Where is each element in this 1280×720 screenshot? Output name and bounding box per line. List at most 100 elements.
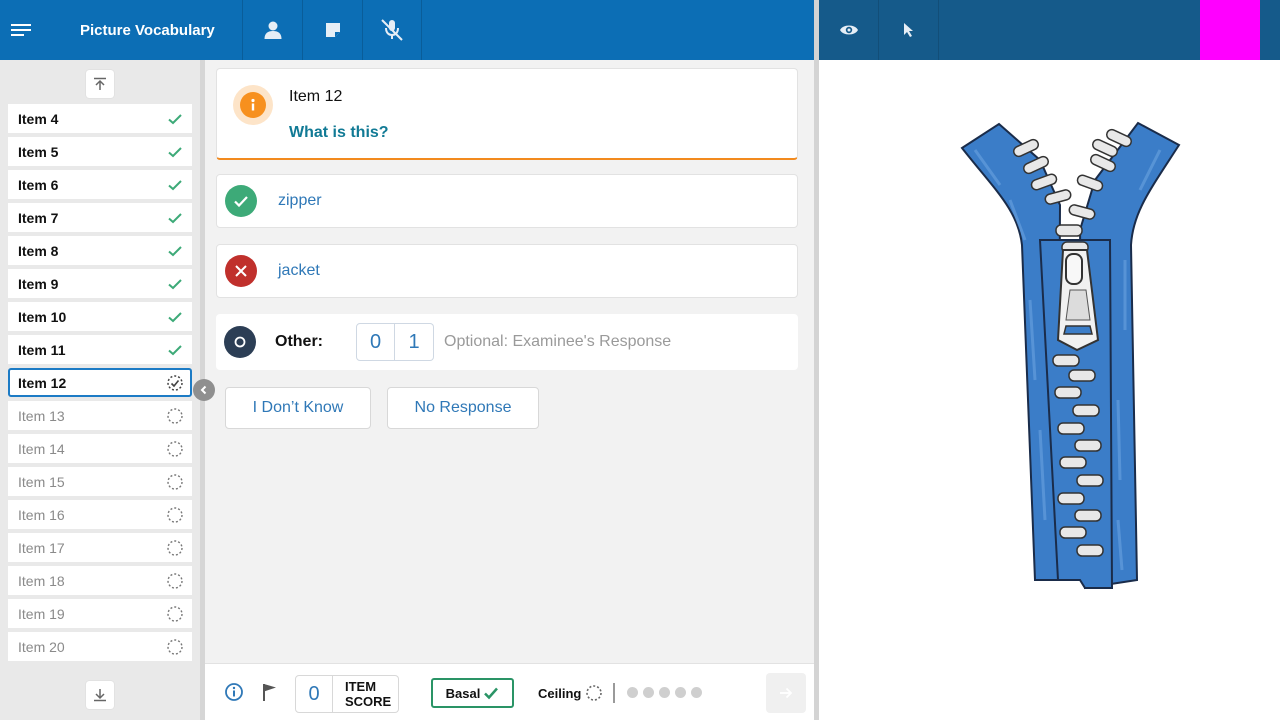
- sidebar-item[interactable]: Item 19: [8, 599, 192, 628]
- screen-marker: [1200, 0, 1260, 60]
- sidebar-item-label: Item 17: [18, 539, 65, 556]
- dont-know-button[interactable]: I Don’t Know: [225, 387, 371, 429]
- sidebar-item[interactable]: Item 13: [8, 401, 192, 430]
- ceiling-dot: [691, 687, 702, 698]
- next-item-button[interactable]: [766, 673, 806, 713]
- sidebar-item-label: Item 11: [18, 341, 66, 358]
- arrow-right-icon: [780, 687, 793, 699]
- menu-icon: [11, 24, 31, 36]
- pointer-button[interactable]: [879, 0, 939, 60]
- arrow-to-bottom-icon: [94, 689, 106, 702]
- no-response-button[interactable]: No Response: [387, 387, 539, 429]
- item-question: What is this?: [289, 124, 389, 141]
- ceiling-dot: [627, 687, 638, 698]
- footer-bar: 0 ITEM SCORE Basal Ceiling: [205, 663, 814, 720]
- item-score-value: 0: [295, 675, 333, 713]
- pointer-icon: [903, 23, 913, 37]
- scroll-to-top-button[interactable]: [86, 70, 114, 98]
- top-bar: Picture Vocabulary: [0, 0, 814, 60]
- sidebar-item[interactable]: Item 4: [8, 104, 192, 133]
- item-score-label-line2: SCORE: [345, 694, 392, 709]
- eye-icon: [839, 25, 858, 35]
- menu-button[interactable]: [0, 0, 44, 60]
- basal-label: Basal: [445, 685, 481, 701]
- sidebar-item-label: Item 18: [18, 572, 65, 589]
- sidebar-item-label: Item 14: [18, 440, 65, 457]
- sidebar-item-label: Item 4: [18, 110, 59, 127]
- scroll-to-bottom-button[interactable]: [86, 681, 114, 709]
- sidebar-item[interactable]: Item 5: [8, 137, 192, 166]
- score-0-button[interactable]: 0: [356, 323, 395, 361]
- score-1-button[interactable]: 1: [395, 323, 434, 361]
- sidebar-item[interactable]: Item 12: [8, 368, 192, 397]
- sidebar-item-label: Item 5: [18, 143, 59, 160]
- sidebar-item[interactable]: Item 10: [8, 302, 192, 331]
- app-title: Picture Vocabulary: [80, 21, 215, 39]
- sidebar-item[interactable]: Item 7: [8, 203, 192, 232]
- correct-answer-label: zipper: [278, 192, 322, 209]
- ceiling-status: Ceiling: [538, 684, 603, 702]
- pending-icon: [167, 605, 183, 622]
- notes-icon: [325, 23, 340, 37]
- sidebar-item[interactable]: Item 20: [8, 632, 192, 661]
- microphone-button[interactable]: [362, 0, 422, 60]
- sidebar-item[interactable]: Item 11: [8, 335, 192, 364]
- check-icon: [168, 113, 182, 124]
- ceiling-dot: [659, 687, 670, 698]
- flag-button[interactable]: [261, 682, 279, 707]
- ceiling-dot: [675, 687, 686, 698]
- info-button[interactable]: [224, 682, 244, 707]
- correct-marker: [225, 185, 257, 217]
- mic-off-icon: [381, 19, 403, 41]
- sidebar-item-label: Item 19: [18, 605, 65, 622]
- pending-icon: [167, 506, 183, 523]
- sidebar-item[interactable]: Item 6: [8, 170, 192, 199]
- notes-button[interactable]: [302, 0, 362, 60]
- sidebar-item[interactable]: Item 14: [8, 434, 192, 463]
- info-badge: [233, 85, 273, 125]
- sidebar-item-label: Item 9: [18, 275, 59, 292]
- sidebar-item[interactable]: Item 18: [8, 566, 192, 595]
- stimulus-picture-panel: [819, 60, 1280, 720]
- sidebar-item[interactable]: Item 9: [8, 269, 192, 298]
- ceiling-separator: [613, 683, 615, 703]
- sidebar-item-label: Item 15: [18, 473, 65, 490]
- pending-icon: [586, 685, 603, 701]
- arrow-to-top-icon: [94, 77, 106, 90]
- check-icon: [168, 179, 182, 190]
- check-icon: [484, 687, 499, 700]
- examinee-response-input[interactable]: [444, 333, 774, 351]
- check-icon: [168, 245, 182, 256]
- sidebar-item-label: Item 10: [18, 308, 67, 325]
- item-panel: Item 12 What is this? zipper jacket Othe…: [205, 60, 814, 663]
- other-response-row: Other: 0 1: [216, 314, 798, 370]
- examinee-button[interactable]: [242, 0, 302, 60]
- examinee-view-bar: [819, 0, 1280, 60]
- pending-icon: [167, 407, 183, 424]
- in-progress-icon: [167, 374, 183, 391]
- ceiling-dot: [643, 687, 654, 698]
- sidebar-item[interactable]: Item 17: [8, 533, 192, 562]
- examinee-icon: [264, 21, 281, 39]
- sidebar-item[interactable]: Item 15: [8, 467, 192, 496]
- eye-button[interactable]: [819, 0, 879, 60]
- sidebar-item[interactable]: Item 8: [8, 236, 192, 265]
- sidebar-item-label: Item 12: [18, 374, 67, 391]
- sidebar-item-label: Item 8: [18, 242, 59, 259]
- pending-icon: [167, 638, 183, 655]
- other-marker[interactable]: [224, 326, 256, 358]
- sidebar-item-label: Item 16: [18, 506, 65, 523]
- item-sidebar: Item 4 Item 5 Item 6 Item 7 Item 8 Item 9 Item…: [0, 60, 200, 720]
- incorrect-marker: [225, 255, 257, 287]
- ceiling-progress-dots: [627, 687, 702, 698]
- flag-icon: [263, 684, 276, 701]
- correct-answer-option[interactable]: zipper: [216, 174, 798, 228]
- zipper-picture: [960, 121, 1181, 590]
- ceiling-label: Ceiling: [538, 685, 582, 701]
- check-icon: [168, 278, 182, 289]
- other-label: Other:: [275, 333, 323, 350]
- sidebar-item-label: Item 6: [18, 176, 59, 193]
- sidebar-item[interactable]: Item 16: [8, 500, 192, 529]
- info-icon: [251, 98, 255, 111]
- incorrect-answer-option[interactable]: jacket: [216, 244, 798, 298]
